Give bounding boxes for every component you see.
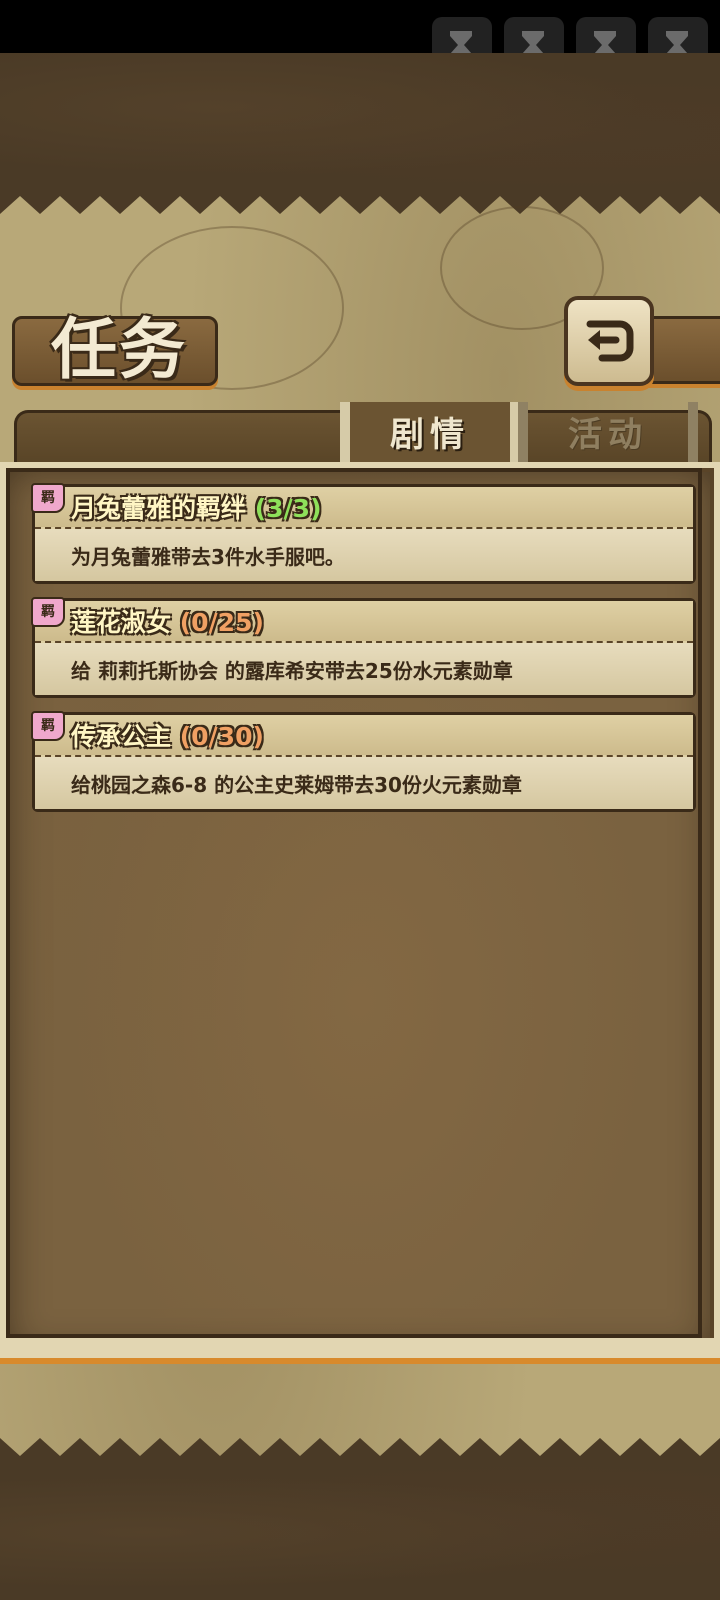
quest-title: 莲花淑女 (0/25): [71, 608, 264, 637]
quest-header: 莲花淑女 (0/25): [35, 601, 693, 643]
tab-event[interactable]: 活动: [518, 402, 698, 468]
quest-header: 月兔蕾雅的羁绊 (3/3): [35, 487, 693, 529]
quest-item[interactable]: 传承公主 (0/30) 给桃园之森6-8 的公主史莱姆带去30份火元素勋章 羁: [31, 711, 696, 812]
back-button[interactable]: [564, 296, 654, 386]
quest-body: 给桃园之森6-8 的公主史莱姆带去30份火元素勋章: [35, 757, 693, 809]
quest-header: 传承公主 (0/30): [35, 715, 693, 757]
page-title: 任务: [51, 310, 187, 388]
quest-description: 给 莉莉托斯协会 的露库希安带去25份水元素勋章: [71, 659, 513, 683]
quest-list-panel[interactable]: [0, 462, 720, 1362]
bond-tag-icon: 羁: [31, 711, 65, 741]
zigzag-edge-top: [0, 186, 720, 214]
tab-story[interactable]: 剧情: [340, 402, 520, 468]
bond-tag-icon: 羁: [31, 483, 65, 513]
quest-progress: (3/3): [254, 494, 322, 523]
zigzag-edge-bottom: [0, 1438, 720, 1466]
bond-tag-icon: 羁: [31, 597, 65, 627]
quest-description: 为月兔蕾雅带去3件水手服吧。: [71, 545, 345, 569]
quest-item[interactable]: 莲花淑女 (0/25) 给 莉莉托斯协会 的露库希安带去25份水元素勋章 羁: [31, 597, 696, 698]
quest-title: 月兔蕾雅的羁绊 (3/3): [71, 494, 322, 523]
quest-progress: (0/30): [179, 722, 264, 751]
quest-item[interactable]: 月兔蕾雅的羁绊 (3/3) 为月兔蕾雅带去3件水手服吧。 羁: [31, 483, 696, 584]
quest-body: 为月兔蕾雅带去3件水手服吧。: [35, 529, 693, 581]
map-background-top: [0, 53, 720, 188]
quest-body: 给 莉莉托斯协会 的露库希安带去25份水元素勋章: [35, 643, 693, 695]
panel-bottom-bar: [0, 1338, 720, 1358]
quest-title: 传承公主 (0/30): [71, 722, 264, 751]
quest-progress: (0/25): [179, 608, 264, 637]
map-background-bottom: [0, 1465, 720, 1600]
quest-description: 给桃园之森6-8 的公主史莱姆带去30份火元素勋章: [71, 773, 522, 797]
return-arrow-icon: [586, 320, 634, 362]
